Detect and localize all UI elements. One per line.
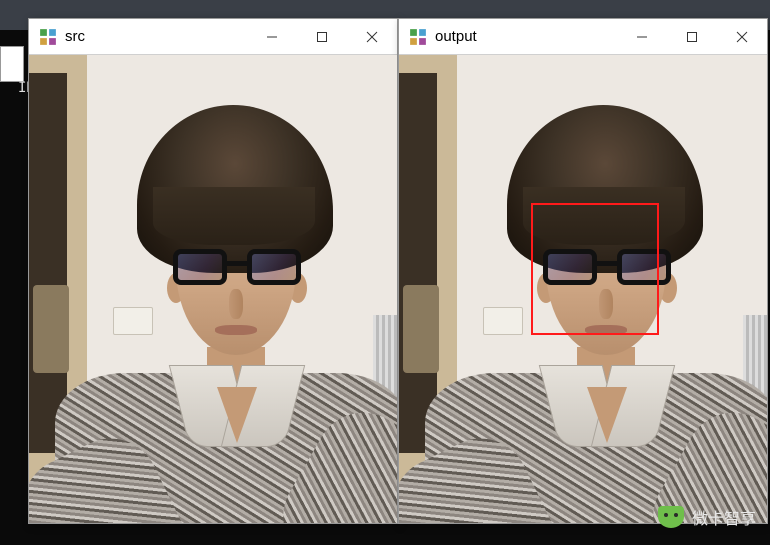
image-viewport-output [399, 55, 767, 523]
title-bar[interactable]: src [29, 19, 397, 55]
minimize-button[interactable] [247, 19, 297, 54]
close-button[interactable] [347, 19, 397, 54]
app-icon [409, 28, 427, 46]
image-viewport-src [29, 55, 397, 523]
window-title-text: src [65, 28, 247, 45]
close-button[interactable] [717, 19, 767, 54]
title-bar[interactable]: output [399, 19, 767, 55]
maximize-button[interactable] [297, 19, 347, 54]
watermark-text: 微卡智享 [692, 505, 756, 529]
watermark: 微卡智享 [658, 505, 756, 529]
windows-row: src [28, 18, 768, 524]
window-controls [247, 19, 397, 54]
output-image [399, 55, 767, 523]
window-title-text: output [435, 28, 617, 45]
maximize-button[interactable] [667, 19, 717, 54]
source-image [29, 55, 397, 523]
wechat-icon [658, 506, 684, 528]
window-src: src [28, 18, 398, 524]
window-controls [617, 19, 767, 54]
window-output: output [398, 18, 768, 524]
app-icon [39, 28, 57, 46]
minimize-button[interactable] [617, 19, 667, 54]
background-window-fragment [0, 46, 24, 82]
